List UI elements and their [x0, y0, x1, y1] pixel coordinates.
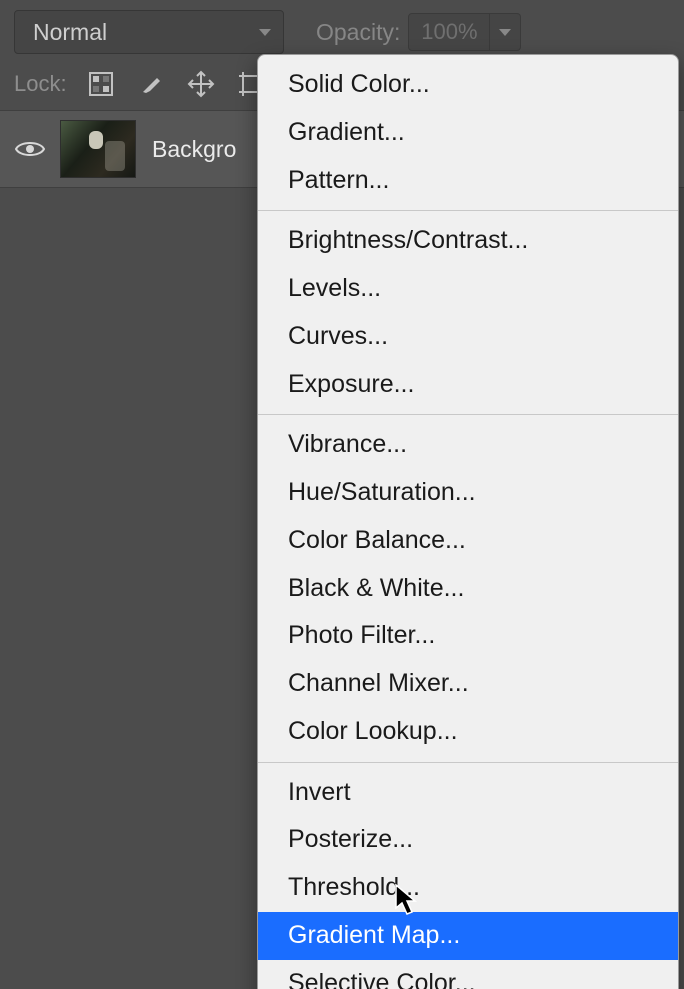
menu-item-pattern[interactable]: Pattern...: [258, 157, 678, 205]
menu-item-channel-mixer[interactable]: Channel Mixer...: [258, 660, 678, 708]
opacity-control: Opacity: 100%: [316, 13, 521, 51]
menu-item-gradient[interactable]: Gradient...: [258, 109, 678, 157]
menu-separator: [258, 762, 678, 763]
menu-item-black-white[interactable]: Black & White...: [258, 565, 678, 613]
menu-item-brightness-contrast[interactable]: Brightness/Contrast...: [258, 217, 678, 265]
lock-transparency-icon[interactable]: [85, 68, 117, 100]
blend-mode-select[interactable]: Normal: [14, 10, 284, 54]
lock-move-icon[interactable]: [185, 68, 217, 100]
visibility-toggle[interactable]: [0, 139, 60, 159]
menu-item-color-lookup[interactable]: Color Lookup...: [258, 708, 678, 756]
layers-top-bar: Normal Opacity: 100%: [0, 0, 684, 60]
opacity-dropdown-button[interactable]: [490, 13, 521, 51]
menu-item-gradient-map[interactable]: Gradient Map...: [258, 912, 678, 960]
menu-item-exposure[interactable]: Exposure...: [258, 361, 678, 409]
fill-adjustment-menu: Solid Color...Gradient...Pattern... Brigh…: [257, 54, 679, 989]
menu-separator: [258, 210, 678, 211]
chevron-down-icon: [499, 29, 511, 36]
blend-mode-value: Normal: [33, 19, 107, 46]
menu-item-invert[interactable]: Invert: [258, 769, 678, 817]
opacity-label: Opacity:: [316, 19, 400, 46]
eye-icon: [15, 139, 45, 159]
menu-item-posterize[interactable]: Posterize...: [258, 816, 678, 864]
lock-label: Lock:: [14, 71, 67, 97]
layer-thumbnail[interactable]: [60, 120, 136, 178]
menu-item-hue-saturation[interactable]: Hue/Saturation...: [258, 469, 678, 517]
menu-item-color-balance[interactable]: Color Balance...: [258, 517, 678, 565]
menu-item-selective-color[interactable]: Selective Color...: [258, 960, 678, 989]
lock-brush-icon[interactable]: [135, 68, 167, 100]
menu-item-curves[interactable]: Curves...: [258, 313, 678, 361]
menu-item-levels[interactable]: Levels...: [258, 265, 678, 313]
menu-item-threshold[interactable]: Threshold...: [258, 864, 678, 912]
chevron-down-icon: [259, 29, 271, 36]
menu-item-photo-filter[interactable]: Photo Filter...: [258, 612, 678, 660]
menu-item-solid-color[interactable]: Solid Color...: [258, 61, 678, 109]
menu-separator: [258, 414, 678, 415]
opacity-input[interactable]: 100%: [408, 13, 490, 51]
menu-item-vibrance[interactable]: Vibrance...: [258, 421, 678, 469]
layer-name[interactable]: Backgro: [152, 136, 236, 163]
